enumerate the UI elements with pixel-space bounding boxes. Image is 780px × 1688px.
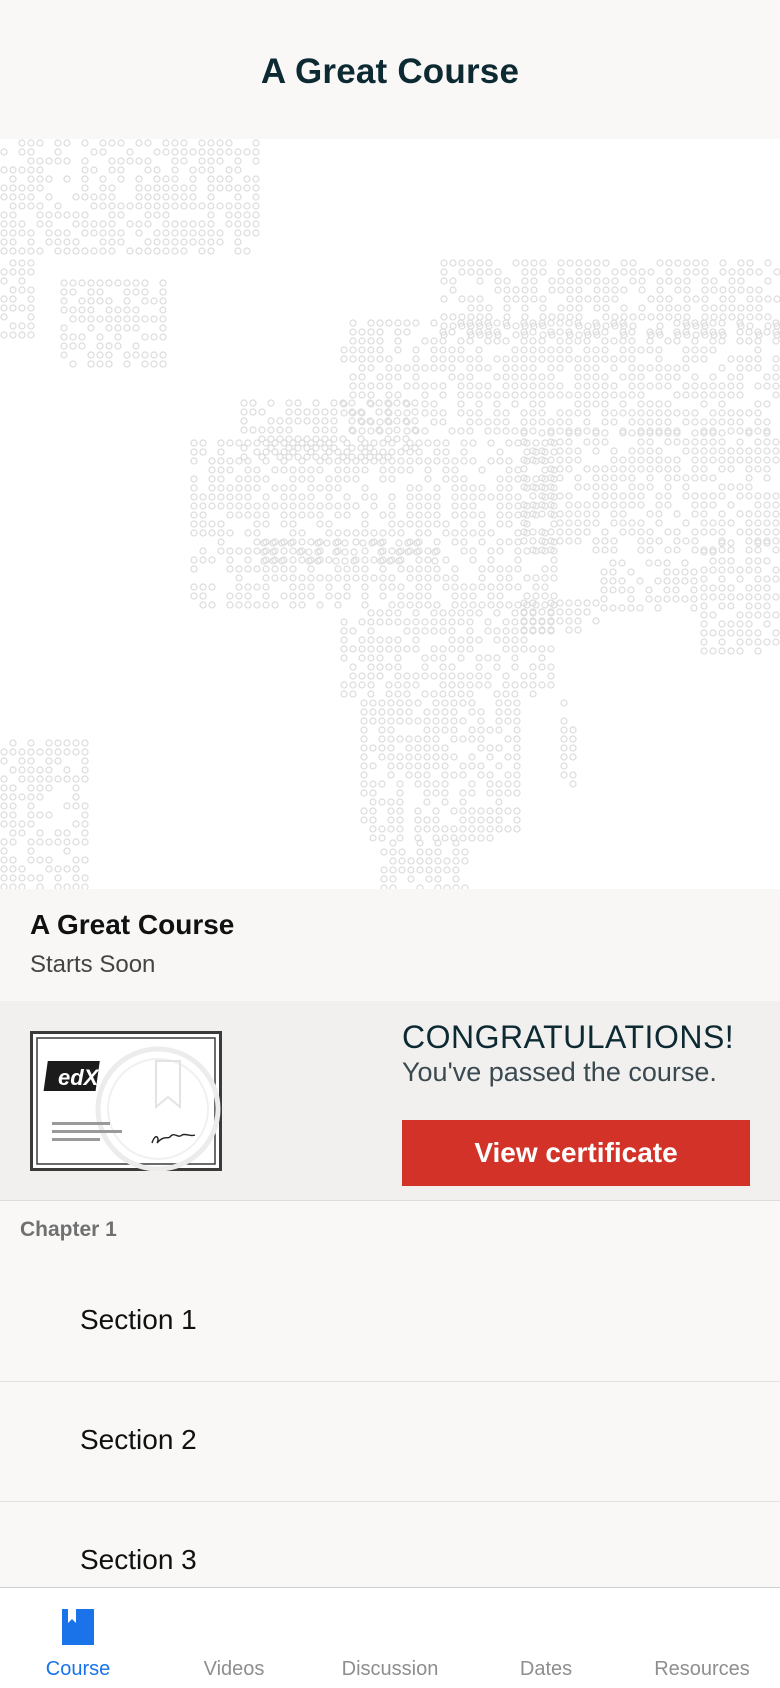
- tab-label: Discussion: [341, 1658, 439, 1680]
- chapter-title: Chapter 1: [20, 1218, 117, 1241]
- tab-course[interactable]: Course: [0, 1588, 156, 1688]
- tab-label: Dates: [519, 1658, 573, 1680]
- section-label: Section 2: [80, 1424, 197, 1455]
- course-icon: [62, 1609, 94, 1645]
- section-row-1[interactable]: Section 1: [0, 1262, 780, 1382]
- certificate-banner: edX CONGRATULATIONS! You've passed the c…: [0, 1001, 780, 1201]
- tab-dates[interactable]: Dates: [468, 1588, 624, 1688]
- tab-label: Resources: [654, 1658, 750, 1680]
- tab-label: Course: [45, 1658, 111, 1680]
- tab-label: Videos: [203, 1658, 265, 1680]
- world-map-illustration: [0, 139, 780, 889]
- section-row-2[interactable]: Section 2: [0, 1382, 780, 1502]
- course-info: A Great Course Starts Soon: [0, 889, 780, 1001]
- tab-bar: Course Videos Discussion Dates Resources: [0, 1587, 780, 1688]
- course-dashboard: A Great Course A Great Course Starts Soo…: [0, 0, 780, 1688]
- course-status: Starts Soon: [30, 951, 156, 978]
- tab-discussion[interactable]: Discussion: [312, 1588, 468, 1688]
- congratulations-heading: CONGRATULATIONS!: [402, 1019, 735, 1055]
- congratulations-message: You've passed the course.: [402, 1057, 717, 1087]
- course-name: A Great Course: [30, 909, 235, 940]
- section-label: Section 1: [80, 1304, 197, 1335]
- edx-logo-text: edX: [58, 1065, 100, 1090]
- page-title: A Great Course: [260, 51, 520, 91]
- nav-header: A Great Course: [0, 0, 780, 139]
- certificate-thumbnail: edX: [30, 1031, 222, 1171]
- tab-resources[interactable]: Resources: [624, 1588, 780, 1688]
- course-hero-image: [0, 139, 780, 889]
- section-label: Section 3: [80, 1544, 197, 1575]
- view-certificate-button[interactable]: View certificate: [402, 1120, 750, 1186]
- tab-videos[interactable]: Videos: [156, 1588, 312, 1688]
